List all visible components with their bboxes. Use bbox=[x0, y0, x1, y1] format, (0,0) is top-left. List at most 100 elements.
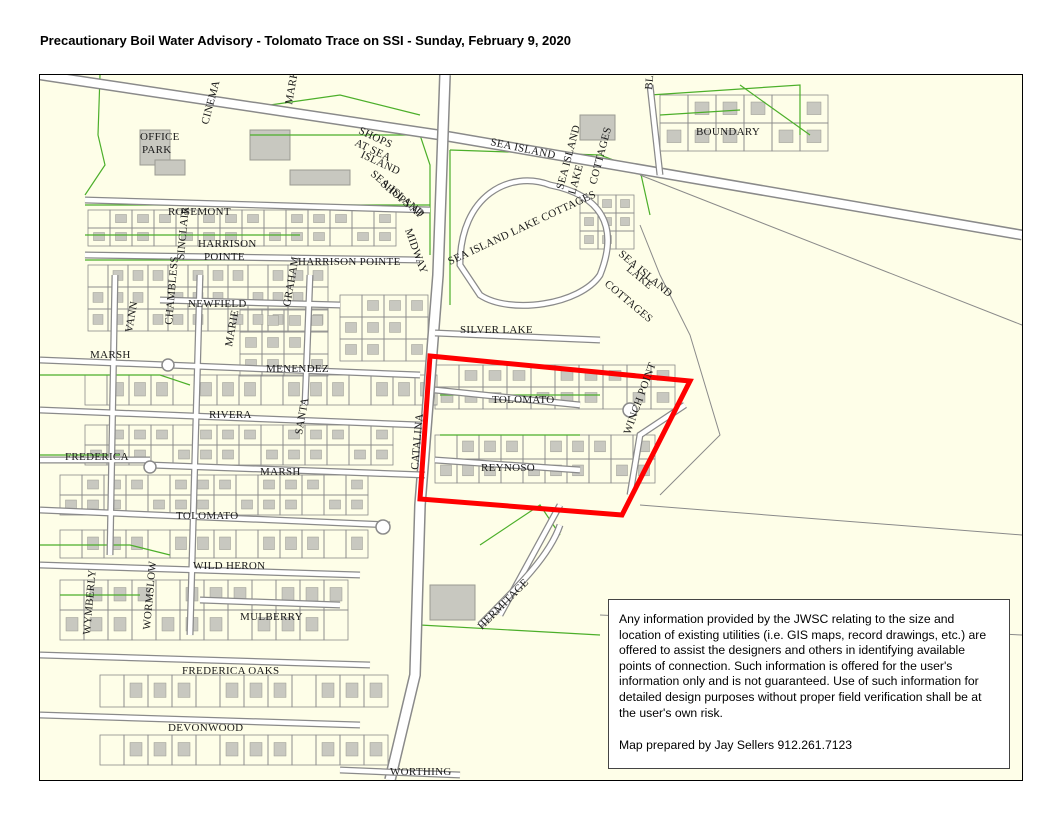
building bbox=[620, 217, 630, 226]
building bbox=[666, 129, 682, 143]
building bbox=[398, 382, 410, 397]
disclaimer-text: Any information provided by the JWSC rel… bbox=[619, 612, 987, 720]
building bbox=[310, 429, 322, 440]
building bbox=[329, 587, 343, 602]
building bbox=[376, 429, 388, 440]
street-label: BOUNDARY bbox=[696, 126, 760, 138]
street-label: MARSH bbox=[260, 466, 301, 478]
building bbox=[134, 382, 146, 397]
building bbox=[200, 429, 212, 440]
building bbox=[369, 742, 383, 757]
building bbox=[289, 315, 301, 326]
building bbox=[134, 429, 146, 440]
building bbox=[222, 382, 234, 397]
building bbox=[175, 479, 187, 490]
building bbox=[92, 314, 104, 325]
street-label: REYNOSO bbox=[481, 462, 535, 474]
building bbox=[152, 270, 164, 281]
building bbox=[464, 370, 478, 381]
building bbox=[367, 300, 379, 311]
building bbox=[177, 682, 191, 698]
building bbox=[307, 479, 319, 490]
building bbox=[345, 682, 359, 698]
building bbox=[156, 382, 168, 397]
building bbox=[65, 617, 79, 632]
building bbox=[175, 499, 187, 510]
building bbox=[113, 587, 127, 602]
street-label: FREDERICA OAKS bbox=[182, 665, 279, 677]
building bbox=[351, 499, 363, 510]
building bbox=[305, 587, 319, 602]
building bbox=[288, 449, 300, 460]
building bbox=[249, 682, 263, 698]
map-title: Precautionary Boil Water Advisory - Tolo… bbox=[40, 33, 571, 48]
building bbox=[310, 449, 322, 460]
commercial-building bbox=[429, 584, 476, 621]
building bbox=[132, 270, 144, 281]
building bbox=[313, 232, 325, 241]
building bbox=[200, 382, 212, 397]
building bbox=[389, 300, 401, 311]
building bbox=[219, 536, 231, 550]
street-label: TOLOMATO bbox=[492, 394, 555, 406]
building bbox=[305, 617, 319, 632]
building bbox=[273, 682, 287, 698]
building bbox=[113, 617, 127, 632]
building bbox=[178, 449, 190, 460]
building bbox=[312, 270, 324, 281]
building bbox=[329, 499, 341, 510]
building bbox=[656, 392, 670, 403]
building bbox=[161, 617, 175, 632]
building bbox=[267, 337, 279, 348]
building bbox=[332, 429, 344, 440]
building bbox=[313, 214, 325, 223]
building bbox=[379, 214, 391, 223]
building bbox=[212, 270, 224, 281]
building bbox=[512, 370, 526, 381]
building bbox=[241, 499, 253, 510]
street-label: ROSEMONT bbox=[168, 206, 231, 218]
map-canvas[interactable]: OFFICE PARK CINEMA MARKET SHOPS AT SEA ISLAND S… bbox=[39, 74, 1023, 781]
building bbox=[722, 101, 738, 115]
building bbox=[345, 742, 359, 757]
building bbox=[778, 129, 794, 143]
building bbox=[115, 232, 127, 241]
building bbox=[584, 217, 594, 226]
building bbox=[247, 214, 259, 223]
building bbox=[332, 382, 344, 397]
building bbox=[153, 499, 165, 510]
map-credit: Map prepared by Jay Sellers 912.261.7123 bbox=[619, 738, 853, 753]
building bbox=[345, 322, 357, 333]
building bbox=[462, 464, 474, 477]
building bbox=[369, 682, 383, 698]
building bbox=[244, 429, 256, 440]
building bbox=[129, 742, 143, 757]
building bbox=[245, 337, 257, 348]
building bbox=[321, 682, 335, 698]
street-label: RIVERA bbox=[209, 409, 252, 421]
building bbox=[351, 536, 363, 550]
building bbox=[367, 322, 379, 333]
street-label: SILVER LAKE bbox=[460, 324, 533, 336]
building bbox=[263, 479, 275, 490]
building bbox=[379, 232, 391, 241]
building bbox=[488, 370, 502, 381]
building bbox=[232, 270, 244, 281]
building bbox=[87, 536, 99, 550]
building bbox=[602, 199, 612, 208]
building bbox=[411, 300, 423, 311]
building bbox=[376, 382, 388, 397]
building bbox=[244, 382, 256, 397]
building bbox=[87, 479, 99, 490]
building bbox=[750, 101, 766, 115]
building bbox=[200, 449, 212, 460]
street-label: MULBERRY bbox=[240, 611, 303, 623]
building bbox=[411, 344, 423, 355]
building bbox=[152, 314, 164, 325]
building bbox=[616, 464, 628, 477]
street-label: MENENDEZ bbox=[266, 363, 329, 375]
building bbox=[273, 742, 287, 757]
building bbox=[806, 129, 822, 143]
building bbox=[376, 449, 388, 460]
building bbox=[132, 292, 144, 303]
